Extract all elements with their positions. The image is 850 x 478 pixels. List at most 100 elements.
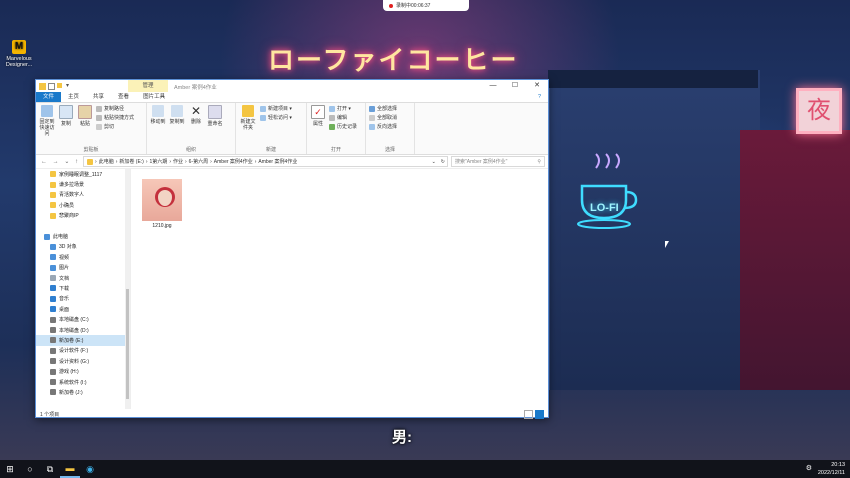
new-folder-icon[interactable] xyxy=(57,82,62,88)
nav-item[interactable]: 本地磁盘 (D:) xyxy=(36,325,130,335)
tab-file[interactable]: 文件 xyxy=(36,92,62,102)
refresh-button[interactable]: ↻ xyxy=(441,159,447,165)
edit-button[interactable]: 编辑 xyxy=(329,114,357,121)
details-view-button[interactable] xyxy=(524,410,533,419)
nav-item[interactable]: 设计资料 (G:) xyxy=(36,356,130,366)
nav-item-label: 悲聚商IP xyxy=(59,213,79,220)
breadcrumb-item[interactable]: 6-第六周 xyxy=(189,158,208,165)
pin-quick-access-button[interactable]: 固定到快速访问 xyxy=(39,105,55,146)
copy-icon xyxy=(59,105,73,119)
nav-item[interactable]: 文档 xyxy=(36,273,130,283)
copy-to-button[interactable]: 复制到 xyxy=(169,105,185,146)
breadcrumb-item[interactable]: Amber 案例4作业 xyxy=(214,158,253,165)
navigation-scrollbar[interactable] xyxy=(125,169,130,409)
breadcrumb-item[interactable]: Amber 案例4作业 xyxy=(258,158,297,165)
properties-icon[interactable] xyxy=(48,82,55,90)
nav-item[interactable]: 3D 对象 xyxy=(36,242,130,252)
nav-item[interactable]: 设计软件 (F:) xyxy=(36,346,130,356)
search-input[interactable]: 搜索"Amber 案例4作业" ⚲ xyxy=(451,156,545,167)
close-button[interactable]: ✕ xyxy=(526,80,548,92)
nav-item-label: 本地磁盘 (D:) xyxy=(59,327,89,334)
new-folder-button[interactable]: 新建文件夹 xyxy=(239,105,257,146)
paste-shortcut-button[interactable]: 粘贴快捷方式 xyxy=(96,114,134,121)
edit-icon xyxy=(329,114,335,121)
address-bar[interactable]: › 此电脑 › 新加卷 (E:) › 1第六期 › 作业 › 6-第六周 › A… xyxy=(83,156,448,167)
forward-button[interactable]: → xyxy=(51,159,61,165)
invert-selection-button[interactable]: 反向选择 xyxy=(369,123,397,130)
tab-share[interactable]: 共享 xyxy=(86,92,111,102)
easy-access-button[interactable]: 轻松访问 ▾ xyxy=(260,114,292,121)
nav-item[interactable]: 本地磁盘 (C:) xyxy=(36,314,130,324)
back-button[interactable]: ← xyxy=(39,159,49,165)
rename-button[interactable]: 重命名 xyxy=(207,105,223,146)
doc-icon xyxy=(50,275,56,282)
dropdown-icon[interactable]: ▾ xyxy=(64,83,71,90)
nav-item[interactable]: 系统软件 (I:) xyxy=(36,377,130,387)
breadcrumb-item[interactable]: 作业 xyxy=(173,158,183,165)
history-button[interactable]: 历史记录 xyxy=(329,123,357,130)
select-all-button[interactable]: 全部选择 xyxy=(369,105,397,112)
start-button[interactable]: ⊞ xyxy=(0,460,20,478)
address-dropdown-icon[interactable]: ⌄ xyxy=(432,159,439,165)
up-button[interactable]: ↑ xyxy=(73,159,80,165)
tab-view[interactable]: 查看 xyxy=(111,92,136,102)
nav-item[interactable]: 网络 xyxy=(36,408,130,409)
move-to-button[interactable]: 移动到 xyxy=(150,105,166,146)
recording-indicator[interactable]: 录制中00:06:37 xyxy=(383,0,469,11)
search-button[interactable]: ○ xyxy=(20,460,40,478)
cut-button[interactable]: 剪切 xyxy=(96,123,134,130)
open-group: ✓ 属性 打开 ▾ 编辑 历史记录 打开 xyxy=(307,103,366,154)
file-item[interactable]: 1210.jpg xyxy=(141,179,183,229)
breadcrumb-item[interactable]: 此电脑 xyxy=(99,158,114,165)
nav-item[interactable]: 悲聚商IP xyxy=(36,211,130,221)
tab-picture-tools[interactable]: 图片工具 xyxy=(136,92,172,102)
clock-time: 20:13 xyxy=(831,462,845,468)
nav-item[interactable]: 此电脑 xyxy=(36,231,130,241)
nav-item[interactable]: 新加卷 (J:) xyxy=(36,387,130,397)
nav-item[interactable]: 音乐 xyxy=(36,294,130,304)
title-bar[interactable]: ▾ 管理 Amber 案例4作业 — ☐ ✕ xyxy=(36,80,548,92)
file-explorer-taskbar-button[interactable]: ▬ xyxy=(60,460,80,478)
nav-item-label: 下载 xyxy=(59,285,70,292)
edge-taskbar-button[interactable]: ◉ xyxy=(80,460,100,478)
navigation-pane[interactable]: 家例睡眠调整_1117 谦多拉场景 青活数字人 小确员悲聚商IP 此电脑 3D 对象 视频图… xyxy=(36,169,131,409)
large-icons-view-button[interactable] xyxy=(535,410,544,419)
breadcrumb-item[interactable]: 1第六期 xyxy=(150,158,168,165)
nav-item[interactable]: 视频 xyxy=(36,252,130,262)
help-icon[interactable]: ? xyxy=(531,92,548,102)
quick-access-toolbar: ▾ xyxy=(36,82,71,90)
open-button[interactable]: 打开 ▾ xyxy=(329,105,357,112)
manage-contextual-tab[interactable]: 管理 xyxy=(128,80,168,92)
nav-item[interactable]: 新加卷 (E:) xyxy=(36,335,130,346)
paste-button[interactable]: 粘贴 xyxy=(77,105,93,146)
folder-icon xyxy=(50,181,56,188)
minimize-button[interactable]: — xyxy=(482,80,504,92)
tab-home[interactable]: 主页 xyxy=(61,92,86,102)
copy-button[interactable]: 复制 xyxy=(58,105,74,146)
nav-item[interactable]: 桌面 xyxy=(36,304,130,314)
nav-item[interactable]: 谦多拉场景 xyxy=(36,179,130,189)
nav-item[interactable]: 小确员 xyxy=(36,200,130,210)
image-thumbnail xyxy=(142,179,182,221)
copy-path-button[interactable]: 复制路径 xyxy=(96,105,134,112)
tray-icon[interactable]: ⚙ xyxy=(806,464,812,472)
file-explorer-window[interactable]: ▾ 管理 Amber 案例4作业 — ☐ ✕ 文件 主页 共享 查看 图片工具 … xyxy=(35,79,549,419)
properties-button[interactable]: ✓ 属性 xyxy=(310,105,326,146)
maximize-button[interactable]: ☐ xyxy=(504,80,526,92)
nav-item[interactable]: 下载 xyxy=(36,283,130,293)
breadcrumb-item[interactable]: 新加卷 (E:) xyxy=(119,158,143,165)
task-view-button[interactable]: ⧉ xyxy=(40,460,60,478)
new-item-button[interactable]: 新建项目 ▾ xyxy=(260,105,292,112)
file-list[interactable]: 1210.jpg xyxy=(131,169,548,409)
desktop-icon-marvelous-designer[interactable]: M Marvelous Designer... xyxy=(2,40,36,68)
clock[interactable]: 20:13 2022/12/11 xyxy=(818,461,845,477)
scrollbar-thumb[interactable] xyxy=(126,289,129,399)
recent-locations-button[interactable]: ⌄ xyxy=(62,159,71,165)
nav-item[interactable]: 游戏 (H:) xyxy=(36,366,130,376)
nav-item[interactable]: 图片 xyxy=(36,263,130,273)
nav-item[interactable]: 青活数字人 xyxy=(36,190,130,200)
select-none-button[interactable]: 全部取消 xyxy=(369,114,397,121)
nav-item[interactable]: 家例睡眠调整_1117 xyxy=(36,169,130,179)
invert-selection-icon xyxy=(369,123,375,130)
delete-button[interactable]: ✕ 删除 xyxy=(188,105,204,146)
